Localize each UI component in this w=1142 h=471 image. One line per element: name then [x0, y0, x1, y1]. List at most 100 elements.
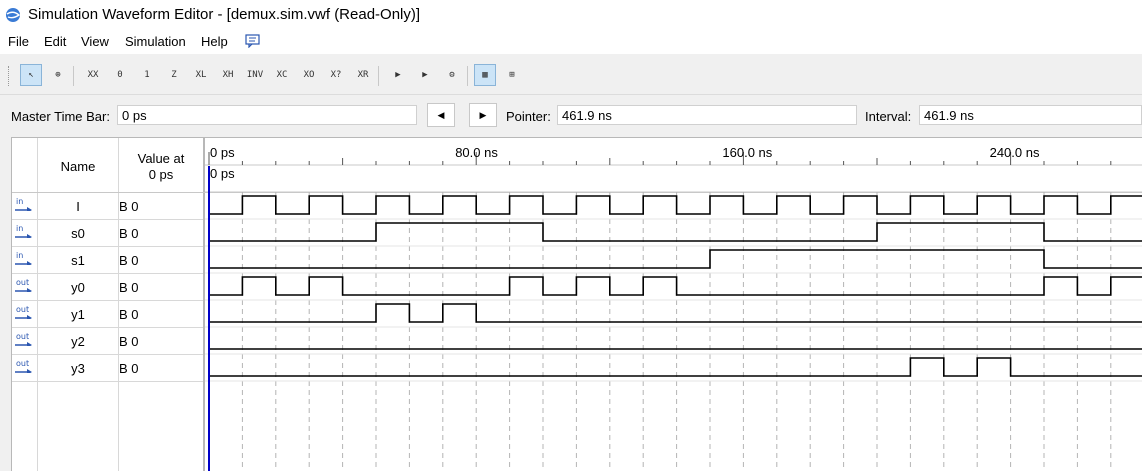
pin-direction-label: out	[16, 359, 30, 368]
master-time-bar-field[interactable]: 0 ps	[117, 105, 417, 125]
quartus-globe-icon	[6, 8, 21, 22]
force-high-button[interactable]: 1	[136, 64, 158, 86]
signal-name: y2	[71, 334, 85, 349]
master-time-bar-label: 0 ps	[210, 166, 235, 181]
signal-value: B 0	[119, 199, 139, 214]
signal-value: B 0	[119, 334, 139, 349]
output-pin-icon: out	[15, 278, 35, 295]
signal-value: B 0	[119, 361, 139, 376]
pin-direction-label: in	[16, 197, 24, 206]
master-time-bar-label: Master Time Bar:	[11, 109, 110, 124]
cursor-label-strip	[205, 166, 1142, 192]
signal-row-s1[interactable]: in s1 B 0	[12, 247, 203, 274]
pin-arrow-icon	[15, 207, 32, 211]
pin-direction-label: out	[16, 278, 30, 287]
time-tick-label: 80.0 ns	[455, 145, 498, 160]
waveform-y3	[209, 357, 1142, 377]
run-timing-simulation-button[interactable]: ▶	[414, 64, 436, 86]
waveform-y1	[209, 303, 1142, 323]
signal-value: B 0	[119, 226, 139, 241]
forcing-value-button[interactable]: XO	[298, 64, 320, 86]
next-transition-button[interactable]: ▶	[469, 103, 497, 127]
interval-label: Interval:	[865, 109, 912, 124]
menu-view[interactable]: View	[81, 34, 109, 49]
signal-row-s0[interactable]: in s0 B 0	[12, 220, 203, 247]
time-tick-label: 0 ps	[210, 145, 235, 160]
signal-value: B 0	[119, 253, 139, 268]
time-tick-label: 240.0 ns	[990, 145, 1040, 160]
signal-name: y3	[71, 361, 85, 376]
waveform-I	[209, 195, 1142, 215]
arbitrary-value-button[interactable]: X?	[325, 64, 347, 86]
force-unknown-button[interactable]: XX	[82, 64, 104, 86]
toolbar-separator	[73, 66, 74, 86]
value-column-header-line1: Value at	[137, 151, 185, 166]
waveform-canvas[interactable]: 0 ps80.0 ns160.0 ns240.0 ns320.0 ns400.0…	[205, 138, 1142, 471]
run-functional-simulation-button[interactable]: ▶	[387, 64, 409, 86]
output-pin-icon: out	[15, 359, 35, 376]
menu-edit[interactable]: Edit	[44, 34, 66, 49]
selection-tool-button[interactable]: ↖	[20, 64, 42, 86]
pin-arrow-icon	[15, 234, 32, 238]
menu-file[interactable]: File	[8, 34, 29, 49]
pin-direction-label: out	[16, 305, 30, 314]
zoom-tool-button[interactable]: ⊕	[47, 64, 69, 86]
force-low-button[interactable]: 0	[109, 64, 131, 86]
toolbar: ↖ ⊕ XX 0 1 Z XL XH INV XC XO X? XR ▶ ▶ ⚙ ▦ ⊞	[0, 54, 1142, 95]
output-pin-icon: out	[15, 332, 35, 349]
interval-field: 461.9 ns	[919, 105, 1142, 125]
signal-row-I[interactable]: in I B 0	[12, 193, 203, 220]
generate-netlist-button[interactable]: ⚙	[441, 64, 463, 86]
signal-name: y1	[71, 307, 85, 322]
waveform-y0	[209, 276, 1142, 296]
pin-arrow-icon	[15, 288, 32, 292]
pointer-field: 461.9 ns	[557, 105, 857, 125]
waveform-view-button[interactable]: ▦	[474, 64, 496, 86]
waveform-s1	[209, 249, 1142, 269]
pin-arrow-icon	[15, 369, 32, 373]
pin-direction-label: out	[16, 332, 30, 341]
menu-simulation[interactable]: Simulation	[125, 34, 186, 49]
time-bar-row: Master Time Bar: 0 ps ◀ ▶ Pointer: 461.9…	[0, 95, 1142, 135]
signal-row-y0[interactable]: out y0 B 0	[12, 274, 203, 301]
signal-name: I	[76, 199, 80, 214]
signal-value: B 0	[119, 307, 139, 322]
signal-row-y1[interactable]: out y1 B 0	[12, 301, 203, 328]
window-title: Simulation Waveform Editor - [demux.sim.…	[28, 6, 421, 23]
signal-name: s0	[71, 226, 85, 241]
signal-name: s1	[71, 253, 85, 268]
waveform-grid: Name Value at 0 ps in I B 0 in s0 B 0 in s1 B 0o…	[11, 137, 1142, 471]
title-bar: Simulation Waveform Editor - [demux.sim.…	[0, 0, 1142, 30]
pointer-label: Pointer:	[506, 109, 551, 124]
pin-direction-label: in	[16, 224, 24, 233]
signal-value: B 0	[119, 280, 139, 295]
weak-low-button[interactable]: XL	[190, 64, 212, 86]
toolbar-separator	[467, 66, 468, 86]
signal-row-y2[interactable]: out y2 B 0	[12, 328, 203, 355]
waveform-s0	[209, 222, 1142, 242]
weak-high-button[interactable]: XH	[217, 64, 239, 86]
pin-direction-label: in	[16, 251, 24, 260]
invert-button[interactable]: INV	[244, 64, 266, 86]
high-impedance-button[interactable]: Z	[163, 64, 185, 86]
pin-arrow-icon	[15, 315, 32, 319]
menu-help[interactable]: Help	[201, 34, 228, 49]
time-tick-label: 160.0 ns	[722, 145, 772, 160]
input-pin-icon: in	[15, 251, 35, 268]
count-value-button[interactable]: XC	[271, 64, 293, 86]
input-pin-icon: in	[15, 197, 35, 214]
output-pin-icon: out	[15, 305, 35, 322]
help-chat-icon[interactable]	[245, 34, 260, 48]
signal-row-y3[interactable]: out y3 B 0	[12, 355, 203, 382]
signal-name: y0	[71, 280, 85, 295]
pin-arrow-icon	[15, 342, 32, 346]
grid-view-button[interactable]: ⊞	[501, 64, 523, 86]
previous-transition-button[interactable]: ◀	[427, 103, 455, 127]
name-column-header[interactable]: Name	[38, 159, 118, 174]
input-pin-icon: in	[15, 224, 35, 241]
random-values-button[interactable]: XR	[352, 64, 374, 86]
toolbar-separator	[378, 66, 379, 86]
value-column-header-line2: 0 ps	[148, 167, 174, 182]
row-divider	[12, 381, 203, 382]
toolbar-grip[interactable]	[8, 66, 12, 86]
